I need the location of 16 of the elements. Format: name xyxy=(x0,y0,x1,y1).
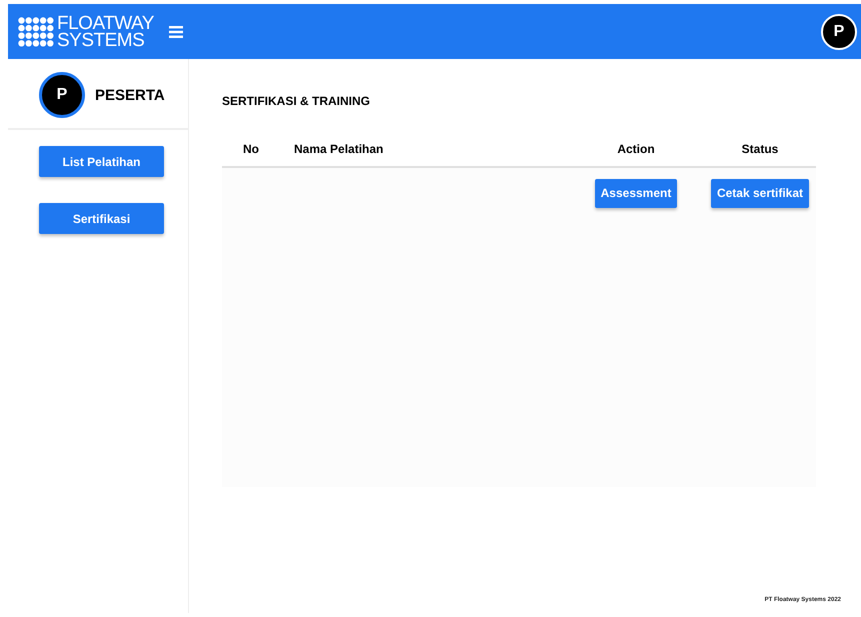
column-header: Status xyxy=(740,142,780,156)
logo-text: SYSTEMS xyxy=(57,32,146,48)
column-header: Nama Pelatihan xyxy=(294,142,384,156)
column-header: No xyxy=(242,142,260,156)
page-title: SERTIFIKASI & TRAINING xyxy=(222,94,372,108)
user-avatar: P xyxy=(39,72,85,118)
logo-dots-icon xyxy=(18,16,54,46)
nav-button[interactable]: Sertifikasi xyxy=(39,203,164,234)
nav-button[interactable]: List Pelatihan xyxy=(39,146,164,177)
role-label: PESERTA xyxy=(95,86,165,104)
assessment-button[interactable]: Assessment xyxy=(594,178,678,208)
column-header: Action xyxy=(616,142,656,156)
menu-icon[interactable] xyxy=(168,26,183,38)
print-certificate-button[interactable]: Cetak sertifikat xyxy=(710,178,810,208)
user-avatar[interactable]: P xyxy=(821,14,857,50)
logo-text: FLOATWAY xyxy=(57,14,154,32)
